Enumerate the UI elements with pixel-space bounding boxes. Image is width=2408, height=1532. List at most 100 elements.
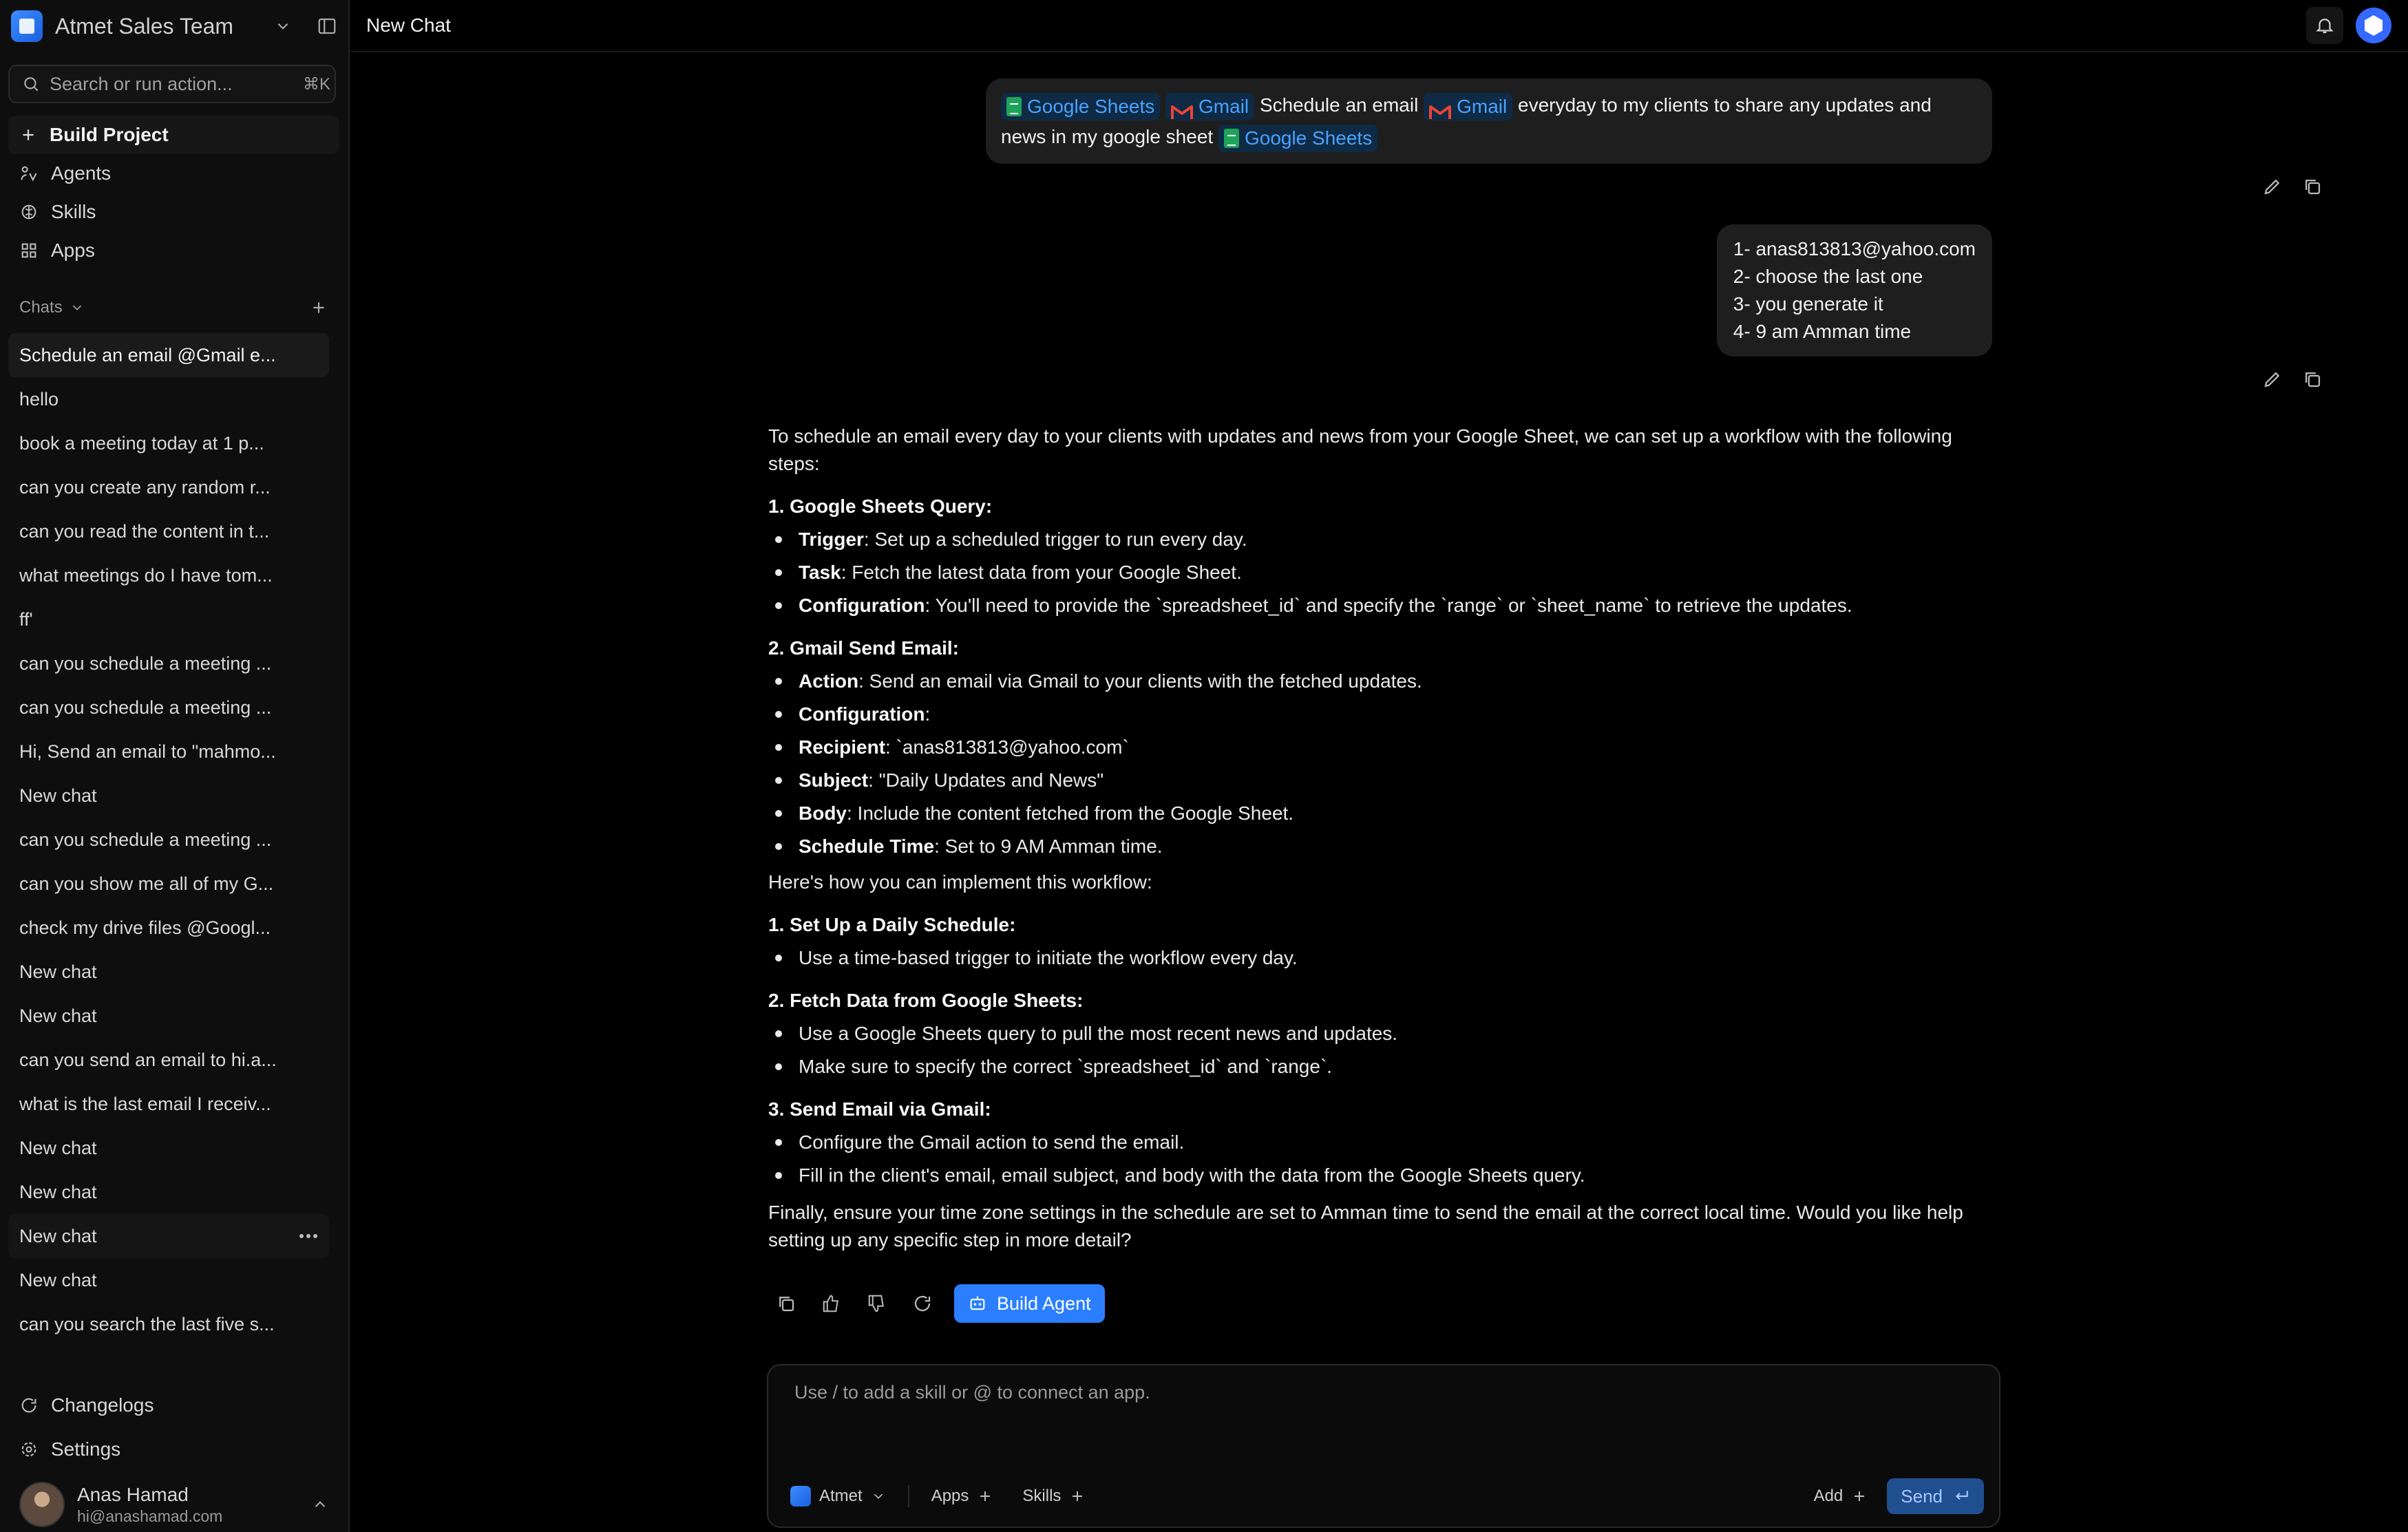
model-selector[interactable]: Atmet [783,1480,893,1513]
chat-item[interactable]: can you send an email to hi.a... [8,1038,329,1082]
edit-pencil-icon[interactable] [2262,176,2283,197]
app-chip-google-sheets[interactable]: Google Sheets [1001,92,1161,120]
reply-actions: Build Agent [772,1284,1105,1323]
reply-list: Use a time-based trigger to initiate the… [768,944,1996,972]
apps-label: Apps [931,1487,969,1505]
search-input[interactable] [50,73,293,95]
nav-skills[interactable]: Skills [8,193,339,231]
reply-heading: 2. Fetch Data from Google Sheets: [768,990,1084,1011]
chat-item[interactable]: New chat [8,994,329,1038]
chat-item[interactable]: Hi, Send an email to "mahmo... [8,730,329,774]
workspace-name[interactable]: Atmet Sales Team [55,14,262,39]
edit-pencil-icon[interactable] [2262,369,2283,390]
user-message: 1- anas813813@yahoo.com 2- choose the la… [1716,224,1992,357]
send-button[interactable]: Send [1887,1478,1984,1514]
send-label: Send [1901,1485,1943,1507]
chat-item[interactable]: can you schedule a meeting ... [8,818,329,862]
copy-icon[interactable] [2302,369,2323,390]
chat-item[interactable]: what meetings do I have tom... [8,553,329,597]
chat-item[interactable]: can you read the content in t... [8,509,329,553]
gear-icon [19,1440,39,1459]
add-apps-button[interactable]: Apps [925,1480,1001,1513]
more-options-icon[interactable] [299,1233,318,1240]
chat-item[interactable]: New chat [8,1170,329,1214]
chat-item[interactable]: can you create any random r... [8,465,329,509]
nav-apps[interactable]: Apps [8,231,339,270]
chats-section-header: Chats [0,290,348,325]
list-item: Body: Include the content fetched from t… [768,800,1996,827]
chat-item[interactable]: Schedule an email @Gmail e... [8,333,329,377]
search-bar[interactable]: ⌘K [8,65,336,103]
chat-item[interactable]: New chat [8,774,329,818]
list-item: Configuration: You'll need to provide th… [768,592,1996,619]
workspace-header: Atmet Sales Team [0,0,348,52]
chat-item[interactable]: can you schedule a meeting ... [8,641,329,685]
nav-changelogs[interactable]: Changelogs [0,1383,348,1427]
main-nav: Build Project Agents Skills Apps [0,116,348,270]
nav-settings[interactable]: Settings [0,1427,348,1471]
chevron-down-icon[interactable] [274,17,292,35]
chat-thread: Google Sheets Gmail Schedule an email Gm… [350,52,2408,1532]
sidebar-bottom-nav: Changelogs Settings [0,1383,348,1471]
copy-icon[interactable] [2302,176,2323,197]
chat-item[interactable]: book a meeting today at 1 p... [8,421,329,465]
reply-heading: 2. Gmail Send Email: [768,637,959,659]
new-chat-plus-icon[interactable] [310,299,328,317]
notifications-button[interactable] [2306,7,2343,44]
chat-item[interactable]: New chat [8,1214,329,1258]
sidebar-toggle-icon[interactable] [317,16,337,36]
build-agent-button[interactable]: Build Agent [954,1284,1105,1323]
app-chip-gmail[interactable]: Gmail [1165,92,1255,120]
topbar: New Chat [350,0,2408,52]
add-attachment-button[interactable]: Add [1807,1480,1875,1513]
reply-list: Action: Send an email via Gmail to your … [768,668,1996,860]
plus-icon [1069,1488,1086,1504]
list-item: Configuration: [768,701,1996,728]
bell-icon [2314,15,2335,36]
chat-item[interactable]: can you search the last five s... [8,1302,329,1346]
account-avatar-button[interactable] [2356,8,2391,43]
chat-item[interactable]: ff' [8,597,329,641]
user-profile[interactable]: Anas Hamad hi@anashamad.com [0,1477,348,1532]
chat-item[interactable]: can you show me all of my G... [8,862,329,906]
reply-list: Use a Google Sheets query to pull the mo… [768,1020,1996,1081]
gmail-icon [1429,98,1452,119]
chat-item[interactable]: New chat [8,1258,329,1302]
chat-item[interactable]: hello [8,377,329,421]
brain-icon [19,202,39,222]
message-composer: Atmet Apps Skills [767,1364,2000,1528]
nav-build-project-label: Build Project [50,124,169,145]
app-chip-google-sheets[interactable]: Google Sheets [1218,124,1378,152]
chat-item[interactable]: can you schedule a meeting ... [8,685,329,730]
add-skills-button[interactable]: Skills [1015,1480,1092,1513]
nav-build-project[interactable]: Build Project [8,116,339,154]
message-input[interactable] [794,1382,1965,1437]
skills-label: Skills [1022,1487,1062,1505]
user-email: hi@anashamad.com [77,1507,223,1525]
reply-heading: 1. Google Sheets Query: [768,496,993,517]
nav-agents[interactable]: Agents [8,154,339,193]
regenerate-icon[interactable] [909,1290,936,1317]
thumbs-down-icon[interactable] [863,1290,891,1317]
composer-toolbar: Atmet Apps Skills Add Send [783,1476,1984,1517]
list-item: Use a Google Sheets query to pull the mo… [768,1020,1996,1047]
reply-heading: 1. Set Up a Daily Schedule: [768,914,1016,935]
app-chip-gmail[interactable]: Gmail [1424,92,1513,120]
chat-item[interactable]: New chat [8,1126,329,1170]
copy-icon[interactable] [772,1290,800,1317]
add-label: Add [1813,1487,1844,1505]
chat-item[interactable]: check my drive files @Googl... [8,906,329,950]
nav-settings-label: Settings [51,1438,121,1460]
list-item: Make sure to specify the correct `spread… [768,1053,1996,1081]
thumbs-up-icon[interactable] [818,1290,845,1317]
sidebar: Atmet Sales Team ⌘K Build Project Agents [0,0,350,1532]
hexagon-logo-icon [2365,15,2383,36]
list-item: Schedule Time: Set to 9 AM Amman time. [768,833,1996,860]
atmet-logo-icon [790,1486,811,1507]
chats-toggle[interactable]: Chats [19,298,310,317]
search-icon [22,75,40,93]
chat-item[interactable]: New chat [8,950,329,994]
chevron-up-icon[interactable] [311,1496,329,1513]
reply-heading: 3. Send Email via Gmail: [768,1098,991,1120]
chat-item[interactable]: what is the last email I receiv... [8,1082,329,1126]
